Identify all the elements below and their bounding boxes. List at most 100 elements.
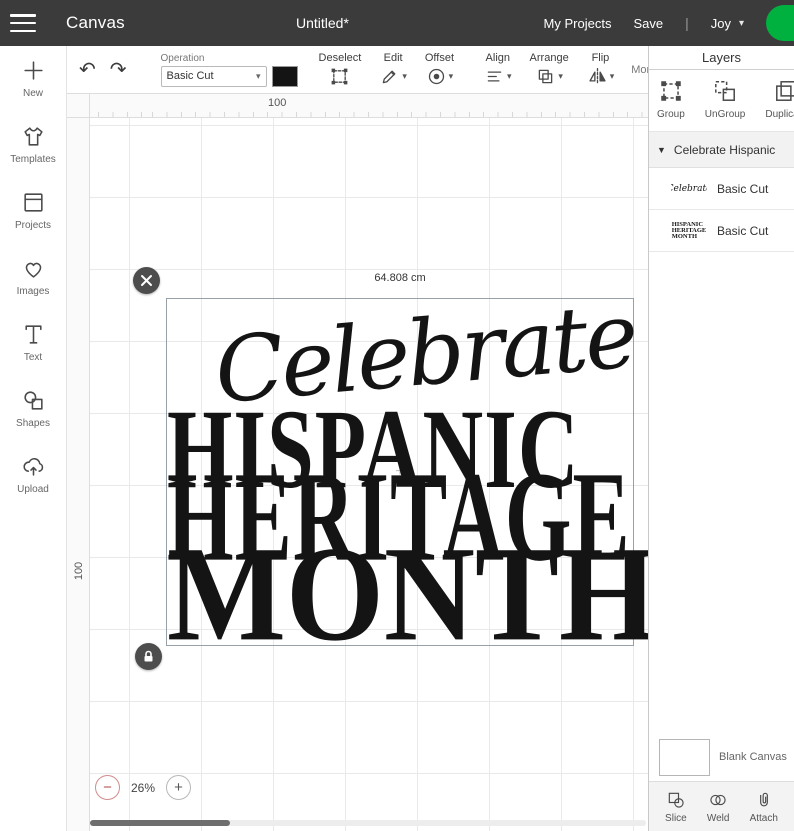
align-button[interactable]: Align ▾ (484, 52, 512, 87)
page-title: Canvas (66, 13, 125, 32)
chevron-down-icon: ▾ (738, 17, 744, 29)
layer-group-row[interactable]: ▼ Celebrate Hispanic (649, 132, 794, 168)
shapes-icon (23, 391, 43, 410)
chevron-down-icon: ▾ (507, 71, 512, 81)
ruler-label: 100 (268, 97, 287, 109)
arrange-icon (539, 69, 553, 84)
topbar-divider: | (685, 15, 689, 31)
user-name: Joy (710, 15, 731, 31)
center-column: ↶ ↷ Operation Basic Cut ▾ Deselect Edit … (67, 46, 666, 831)
chevron-down-icon: ▾ (448, 71, 454, 81)
zoom-out-button[interactable]: − (95, 775, 120, 800)
layers-bottom-bar: Slice Weld Attach (649, 781, 794, 831)
offset-icon (428, 68, 444, 85)
slice-button[interactable]: Slice (665, 790, 687, 824)
ruler-label: 100 (73, 561, 86, 581)
chevron-down-icon: ▾ (609, 71, 615, 81)
zoom-in-button[interactable]: + (166, 775, 192, 800)
sidebar-item-label: Projects (14, 220, 52, 231)
scrollbar-thumb[interactable] (90, 820, 230, 826)
zoom-level: 26% (131, 780, 156, 795)
flip-button[interactable]: Flip ▾ (587, 52, 615, 87)
duplicate-button[interactable]: Duplicate (765, 78, 794, 127)
layers-title: Layers (649, 46, 794, 70)
text-icon (24, 325, 42, 344)
projects-icon (23, 193, 43, 212)
color-swatch[interactable] (271, 65, 298, 87)
chevron-down-icon: ▾ (402, 71, 407, 81)
offset-button[interactable]: Offset ▾ (425, 52, 454, 87)
undo-icon[interactable]: ↶ (79, 60, 96, 80)
layer-group-name: Celebrate Hispanic (673, 142, 776, 157)
sidebar-item-images[interactable]: Images (0, 256, 66, 297)
sidebar-item-projects[interactable]: Projects (0, 190, 66, 231)
design-canvas[interactable]: 100 100 64.808 cm + Celebrate HISPANIC H… (67, 94, 648, 831)
lock-selection-button[interactable] (135, 643, 162, 670)
group-button[interactable]: Group (657, 78, 685, 127)
selected-design[interactable]: 64.808 cm + Celebrate HISPANIC HERITAGE … (133, 267, 648, 670)
sidebar-item-text[interactable]: Text (0, 322, 66, 363)
ruler-vertical: 100 (67, 118, 90, 831)
sidebar-item-label: New (22, 88, 43, 99)
my-projects-link[interactable]: My Projects (544, 16, 612, 31)
design-text-line: MONTH (167, 519, 648, 670)
menu-icon[interactable] (10, 14, 36, 32)
left-sidebar: New Templates Projects Images Text Shape… (0, 46, 67, 831)
minus-icon: − (103, 779, 112, 796)
horizontal-scrollbar[interactable] (90, 820, 646, 826)
duplicate-icon (776, 81, 794, 101)
attach-icon (759, 792, 768, 806)
blank-canvas-label: Blank Canvas (719, 751, 787, 763)
ungroup-icon (715, 81, 736, 101)
weld-icon (710, 794, 726, 805)
make-it-button[interactable] (766, 5, 794, 41)
close-icon (141, 275, 152, 286)
group-icon (661, 81, 681, 101)
layer-thumbnail: Celebrate (671, 183, 707, 194)
sidebar-item-templates[interactable]: Templates (0, 124, 66, 165)
app-window: Canvas Untitled* My Projects Save | Joy … (0, 0, 794, 831)
sidebar-item-new[interactable]: New (0, 58, 66, 99)
layer-row[interactable]: Celebrate Basic Cut (649, 168, 794, 210)
selection-width-label: 64.808 cm (374, 272, 426, 284)
sidebar-item-label: Text (23, 352, 43, 363)
layer-row[interactable]: HISPANIC HERITAGE MONTH Basic Cut (649, 210, 794, 252)
topbar-right-group: My Projects Save | Joy ▾ (544, 0, 794, 46)
deselect-button[interactable]: Deselect (319, 52, 361, 87)
operation-row: Basic Cut ▾ (160, 65, 298, 87)
edit-button[interactable]: Edit ▾ (379, 52, 407, 87)
operation-label: Operation (160, 52, 205, 64)
plus-icon: + (174, 779, 183, 796)
undo-redo-group: ↶ ↷ (79, 60, 127, 80)
redo-icon[interactable]: ↷ (110, 60, 127, 80)
blank-canvas-row[interactable]: Blank Canvas (649, 733, 794, 781)
operation-block: Operation Basic Cut ▾ (160, 52, 298, 87)
attach-button[interactable]: Attach (750, 790, 778, 824)
ruler-corner (67, 94, 90, 118)
delete-selection-button[interactable] (133, 267, 160, 294)
save-button[interactable]: Save (633, 16, 663, 31)
upload-cloud-icon (22, 458, 43, 476)
flip-icon (589, 67, 606, 86)
slice-icon (668, 792, 684, 808)
layers-actions-row: Group UnGroup Duplicate (649, 70, 794, 132)
layers-panel: Layers Group UnGroup Duplic ▼ Celebrate … (648, 46, 794, 831)
sidebar-item-shapes[interactable]: Shapes (0, 388, 66, 429)
sidebar-item-label: Shapes (16, 418, 50, 429)
document-title[interactable]: Untitled* (296, 15, 349, 31)
triangle-down-icon: ▼ (657, 144, 666, 155)
ungroup-button[interactable]: UnGroup (705, 78, 745, 127)
user-menu[interactable]: Joy ▾ (711, 16, 744, 31)
weld-button[interactable]: Weld (707, 790, 729, 824)
pencil-icon (383, 70, 396, 84)
sidebar-item-upload[interactable]: Upload (0, 454, 66, 495)
top-bar: Canvas Untitled* My Projects Save | Joy … (0, 0, 794, 46)
canvas-color-swatch[interactable] (659, 738, 710, 776)
ruler-horizontal: 100 (90, 94, 648, 118)
main-area: New Templates Projects Images Text Shape… (0, 46, 794, 831)
operation-select[interactable]: Basic Cut ▾ (160, 65, 267, 87)
zoom-controls: − 26% + (95, 775, 192, 800)
chevron-down-icon: ▾ (558, 71, 563, 81)
layer-thumbnail: HISPANIC HERITAGE MONTH (671, 220, 707, 240)
arrange-button[interactable]: Arrange ▾ (530, 52, 569, 87)
